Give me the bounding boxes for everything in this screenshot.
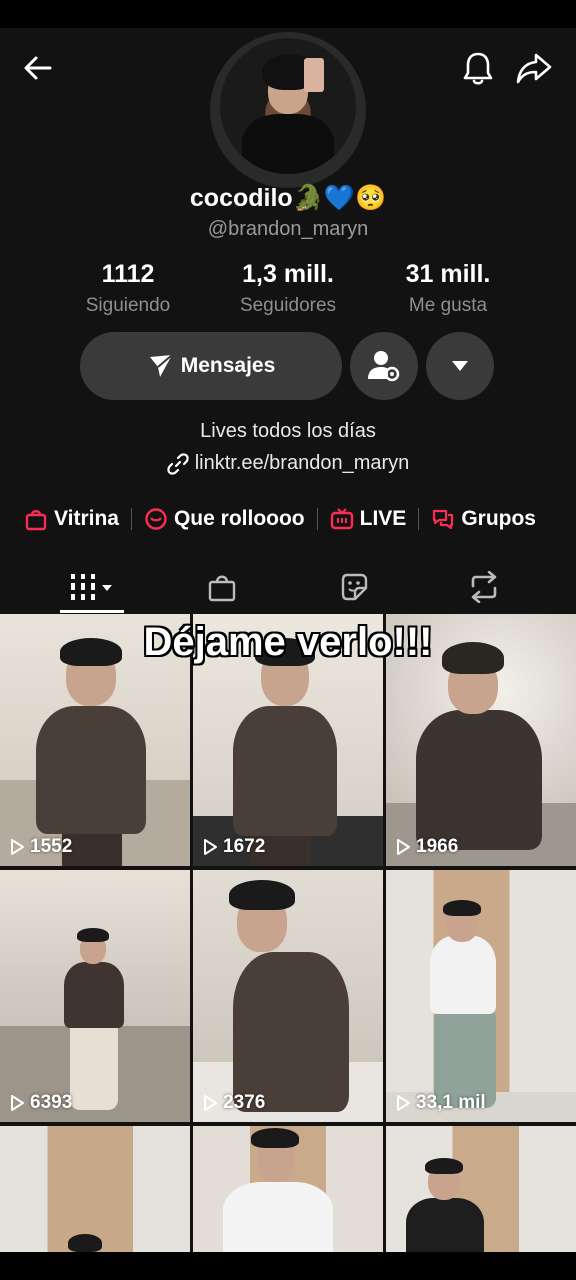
view-count: 1552 xyxy=(8,836,72,858)
chip-divider xyxy=(316,508,318,530)
chip-live[interactable]: LIVE xyxy=(330,507,407,531)
video-thumbnail[interactable]: 1966 xyxy=(386,614,576,866)
stat-value: 1112 xyxy=(101,260,155,288)
back-arrow-icon xyxy=(24,56,52,80)
chip-que-rolloooo[interactable]: Que rolloooo xyxy=(144,507,305,531)
profile-link[interactable]: linktr.ee/brandon_maryn xyxy=(0,452,576,475)
tab-videos[interactable] xyxy=(60,562,124,612)
view-count-text: 1552 xyxy=(30,836,73,857)
chip-label: Vitrina xyxy=(54,507,119,530)
stat-value: 31 mill. xyxy=(405,260,491,288)
shopping-bag-icon xyxy=(208,575,236,602)
friend-settings-button[interactable] xyxy=(350,332,418,400)
caret-down-icon xyxy=(452,361,468,371)
chip-divider xyxy=(418,508,420,530)
view-count: 6393 xyxy=(8,1092,72,1114)
share-button[interactable] xyxy=(510,46,558,90)
active-tab-indicator xyxy=(60,610,124,613)
view-count: 1966 xyxy=(394,836,458,858)
play-icon xyxy=(397,1095,410,1111)
stat-label: Siguiendo xyxy=(85,295,171,316)
chip-label: LIVE xyxy=(359,507,407,530)
share-arrow-icon xyxy=(516,53,552,84)
video-thumbnail[interactable]: 2376 xyxy=(193,870,383,1122)
view-count-text: 33,1 mil xyxy=(416,1092,486,1113)
avatar[interactable] xyxy=(220,38,356,174)
video-thumbnail[interactable]: 33,1 mil xyxy=(386,870,576,1122)
group-chat-icon xyxy=(433,509,454,530)
link-icon xyxy=(167,452,189,475)
play-icon xyxy=(204,839,217,855)
chip-vitrina[interactable]: Vitrina xyxy=(24,507,119,531)
stat-label: Me gusta xyxy=(408,295,488,316)
more-options-button[interactable] xyxy=(426,332,494,400)
chip-label: Que rolloooo xyxy=(173,507,305,530)
play-icon xyxy=(397,839,410,855)
play-icon xyxy=(11,1095,24,1111)
person-gear-icon xyxy=(368,351,400,382)
stat-label: Seguidores xyxy=(239,295,337,316)
chip-label: Grupos xyxy=(461,507,536,530)
video-thumbnail[interactable] xyxy=(193,1126,383,1252)
stat-value: 1,3 mill. xyxy=(242,260,334,288)
tab-reposts[interactable] xyxy=(452,562,516,612)
video-grid: 1552 1672 1966 6393 2376 33,1 mil xyxy=(0,614,576,1252)
profile-screen: cocodilo🐊💙🥺 @brandon_maryn 1112 Siguiend… xyxy=(0,28,576,1252)
tab-favorites[interactable] xyxy=(322,562,386,612)
content-tabs xyxy=(0,562,576,613)
back-button[interactable] xyxy=(16,46,60,90)
view-count: 1672 xyxy=(201,836,265,858)
video-thumbnail[interactable] xyxy=(386,1126,576,1252)
play-icon xyxy=(204,1095,217,1111)
repost-icon xyxy=(471,571,497,603)
play-icon xyxy=(11,839,24,855)
stat-likes[interactable]: 31 mill. Me gusta xyxy=(368,260,528,317)
chip-grupos[interactable]: Grupos xyxy=(431,507,536,531)
bio-text: Lives todos los días xyxy=(200,420,376,442)
send-icon xyxy=(149,354,173,377)
display-name: cocodilo🐊💙🥺 xyxy=(189,184,387,212)
video-thumbnail[interactable]: 1552 xyxy=(0,614,190,866)
profile-chips-row: Vitrina Que rolloooo LIVE Grupos xyxy=(24,502,576,536)
chat-bubble-icon xyxy=(145,508,167,530)
video-thumbnail[interactable]: 1672 xyxy=(193,614,383,866)
chip-divider xyxy=(130,508,132,530)
stat-following[interactable]: 1112 Siguiendo xyxy=(48,260,208,317)
live-tv-icon xyxy=(330,508,353,530)
bell-icon xyxy=(463,52,493,85)
video-thumbnail[interactable] xyxy=(0,1126,190,1252)
profile-link-text: linktr.ee/brandon_maryn xyxy=(194,452,410,474)
tab-shop[interactable] xyxy=(190,562,254,612)
view-count: 2376 xyxy=(201,1092,265,1114)
view-count-text: 1672 xyxy=(223,836,266,857)
view-count-text: 2376 xyxy=(223,1092,266,1113)
video-thumbnail[interactable]: 6393 xyxy=(0,870,190,1122)
grid-icon xyxy=(71,574,112,600)
view-count-text: 1966 xyxy=(416,836,459,857)
message-button-label: Mensajes xyxy=(180,354,276,377)
bottom-bar xyxy=(0,1252,576,1280)
stat-followers[interactable]: 1,3 mill. Seguidores xyxy=(208,260,368,317)
view-count-text: 6393 xyxy=(30,1092,73,1113)
shopping-bag-icon xyxy=(25,510,47,531)
sticker-icon xyxy=(341,573,368,601)
message-button[interactable]: Mensajes xyxy=(80,332,342,400)
view-count: 33,1 mil xyxy=(394,1092,486,1114)
notifications-button[interactable] xyxy=(456,46,500,90)
username: @brandon_maryn xyxy=(207,218,369,240)
